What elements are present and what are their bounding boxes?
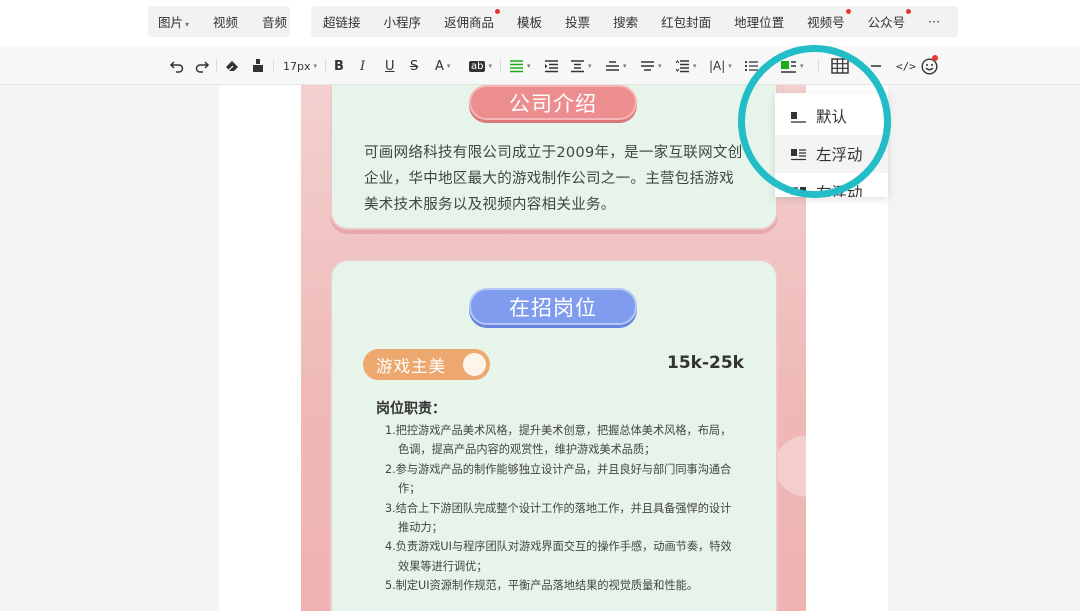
undo-icon[interactable] <box>169 56 185 76</box>
insert-official-account-button[interactable]: 公众号 <box>868 9 912 31</box>
insert-hyperlink-button[interactable]: 超链接 <box>323 12 361 31</box>
toolbar-divider <box>216 59 217 72</box>
redo-icon[interactable] <box>194 56 210 76</box>
code-icon[interactable]: </> <box>896 56 916 76</box>
company-intro-text: 可画网络科技有限公司成立于2009年，是一家互联网文创企业，华中地区最大的游戏制… <box>364 145 743 213</box>
highlight-circle-annotation <box>738 45 891 198</box>
insert-bar: 图片 ▾ 视频 音频 超链接 小程序 返佣商品 模板 投票 搜索 红包封面 地理位… <box>0 0 1080 46</box>
duties-heading: 岗位职责： <box>376 401 446 417</box>
list-item: 5.制定UI资源制作规范，平衡产品落地结果的视觉质量和性能。 <box>385 579 699 593</box>
insert-location-button[interactable]: 地理位置 <box>734 12 784 31</box>
new-badge-dot <box>906 9 912 14</box>
font-size-select[interactable]: 17px ▾ <box>283 56 317 76</box>
insert-mini-program-button[interactable]: 小程序 <box>384 12 422 31</box>
insert-search-button[interactable]: 搜索 <box>613 12 638 31</box>
list-item: 1.把控游戏产品美术风格，提升美术创意，把握总体美术风格，布局，色调，提高产品内… <box>385 424 732 457</box>
chevron-down-icon: ▾ <box>693 62 697 70</box>
chevron-down-icon: ▾ <box>623 62 627 70</box>
job-name: 游戏主美 <box>376 356 446 376</box>
job-salary: 15k-25k <box>667 353 744 373</box>
paragraph-spacing-icon[interactable]: ▾ <box>570 56 592 76</box>
insert-channels-button[interactable]: 视频号 <box>807 9 851 31</box>
chevron-down-icon: ▾ <box>488 62 492 70</box>
more-insert-button[interactable]: ··· <box>928 14 940 29</box>
insert-template-button[interactable]: 模板 <box>517 12 542 31</box>
section-title-company-intro: 公司介绍 <box>469 85 637 120</box>
format-painter-icon[interactable] <box>251 56 265 76</box>
font-color-button[interactable]: A ▾ <box>435 56 450 76</box>
spacing-after-icon[interactable]: ▾ <box>640 56 662 76</box>
line-height-icon[interactable]: ▾ <box>675 56 697 76</box>
new-badge-dot <box>845 9 851 14</box>
eraser-icon[interactable] <box>224 56 240 76</box>
section-title-open-positions: 在招岗位 <box>469 288 637 325</box>
underline-button[interactable]: U <box>385 56 395 76</box>
duties-list: 1.把控游戏产品美术风格，提升美术创意，把握总体美术风格，布局，色调，提高产品内… <box>385 421 735 596</box>
spacing-before-icon[interactable]: ▾ <box>605 56 627 76</box>
list-item: 2.参与游戏产品的制作能够独立设计产品，并且良好与部门同事沟通合作； <box>385 462 732 496</box>
toolbar-divider <box>273 59 274 72</box>
toolbar-divider <box>325 59 326 72</box>
insert-red-packet-cover-button[interactable]: 红包封面 <box>661 12 711 31</box>
insert-commission-product-button[interactable]: 返佣商品 <box>444 9 501 31</box>
insert-audio-button[interactable]: 音频 <box>262 12 287 31</box>
chevron-down-icon: ▾ <box>185 20 190 29</box>
list-item: 4.负责游戏UI与程序团队对游戏界面交互的操作手感，动画节奏，特效效果等进行调优… <box>385 540 732 573</box>
strikethrough-button[interactable]: S <box>410 56 418 76</box>
insert-image-button[interactable]: 图片 ▾ <box>158 12 189 31</box>
format-toolbar: 17px ▾ B I U S A ▾ ab ▾ ▾ ▾ ▾ ▾ ▾ |A| ▾ ▾ </… <box>0 46 1080 85</box>
toggle-knob <box>461 351 488 378</box>
bold-button[interactable]: B <box>334 56 344 76</box>
new-badge-dot <box>495 9 501 14</box>
chevron-down-icon: ▾ <box>446 62 451 70</box>
letter-spacing-button[interactable]: |A| ▾ <box>709 56 732 76</box>
insert-vote-button[interactable]: 投票 <box>565 12 590 31</box>
chevron-down-icon: ▾ <box>588 62 592 70</box>
decorative-blob <box>774 435 806 497</box>
recruitment-poster-image[interactable]: 公司介绍 可画网络科技有限公司成立于2009年，是一家互联网文创企业，华中地区最… <box>301 85 806 611</box>
content-insert-group: 超链接 小程序 返佣商品 模板 投票 搜索 红包封面 地理位置 视频号 公众号 … <box>311 6 958 37</box>
indent-icon[interactable] <box>544 56 559 76</box>
align-justify-icon[interactable]: ▾ <box>509 56 531 76</box>
list-item: 3.结合上下游团队完成整个设计工作的落地工作，并且具备强悍的设计推动力； <box>385 501 732 535</box>
chevron-down-icon: ▾ <box>313 62 318 70</box>
insert-video-button[interactable]: 视频 <box>213 12 238 31</box>
chevron-down-icon: ▾ <box>527 62 531 70</box>
italic-button[interactable]: I <box>360 56 365 76</box>
new-badge-dot <box>932 55 938 61</box>
job-name-tag: 游戏主美 <box>363 349 490 380</box>
chevron-down-icon: ▾ <box>658 62 662 70</box>
toolbar-divider <box>500 59 501 72</box>
media-insert-group: 图片 ▾ 视频 音频 <box>148 6 290 37</box>
chevron-down-icon: ▾ <box>728 62 732 70</box>
background-color-button[interactable]: ab ▾ <box>469 56 492 76</box>
